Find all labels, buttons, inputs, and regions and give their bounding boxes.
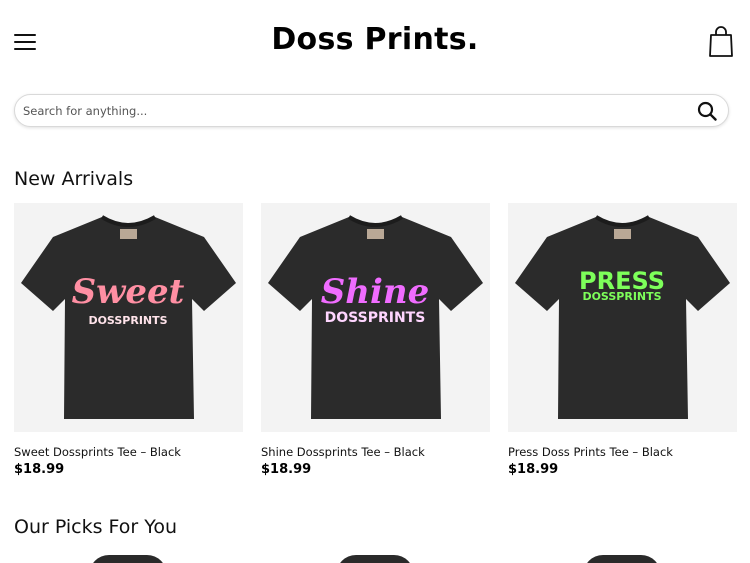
product-name[interactable]: Sweet Dossprints Tee – Black — [14, 445, 243, 459]
tshirt-tag — [614, 229, 631, 239]
search-bar — [14, 94, 729, 127]
tshirt-print-subtitle: DOSSPRINTS — [582, 290, 661, 303]
product-image[interactable]: PRESS DOSSPRINTS — [508, 203, 737, 432]
product-card[interactable]: Shine DOSSPRINTS Shine Dossprints Tee – B… — [261, 203, 490, 477]
product-image-partial[interactable] — [583, 555, 661, 563]
tshirt-print-title: Shine — [321, 272, 430, 312]
product-image[interactable]: Sweet DOSSPRINTS — [14, 203, 243, 432]
site-header: Doss Prints. — [0, 0, 750, 86]
tshirt-tag — [367, 229, 384, 239]
product-price: $18.99 — [508, 462, 559, 477]
search-icon[interactable] — [697, 101, 717, 121]
product-image[interactable]: Shine DOSSPRINTS — [261, 203, 490, 432]
tshirt-print-title: Sweet — [72, 272, 185, 312]
search-input[interactable] — [23, 101, 673, 121]
product-image-partial[interactable] — [336, 555, 414, 563]
shopping-bag-icon[interactable] — [708, 26, 734, 58]
product-name[interactable]: Press Doss Prints Tee – Black — [508, 445, 737, 459]
tshirt-graphic: PRESSDOSSPRINTS — [515, 215, 730, 419]
tshirt-print-subtitle: DOSSPRINTS — [325, 310, 426, 326]
tshirt-graphic: Sweet DOSSPRINTS — [21, 215, 236, 419]
product-card[interactable]: Sweet DOSSPRINTS Sweet Dossprints Tee – B… — [14, 203, 243, 477]
product-card[interactable]: PRESS DOSSPRINTS Press Doss Prints Tee – … — [508, 203, 737, 477]
product-price: $18.99 — [14, 462, 65, 477]
product-name[interactable]: Shine Dossprints Tee – Black — [261, 445, 490, 459]
product-price: $18.99 — [261, 462, 312, 477]
site-logo[interactable]: Doss Prints. — [0, 22, 750, 57]
section-title-our-picks: Our Picks For You — [14, 516, 178, 538]
product-image-partial[interactable] — [89, 555, 167, 563]
tshirt-graphic: ShineDOSSPRINTS — [268, 215, 483, 419]
tshirt-tag — [120, 229, 137, 239]
section-title-new-arrivals: New Arrivals — [14, 168, 134, 190]
tshirt-print-subtitle: DOSSPRINTS — [88, 314, 167, 327]
